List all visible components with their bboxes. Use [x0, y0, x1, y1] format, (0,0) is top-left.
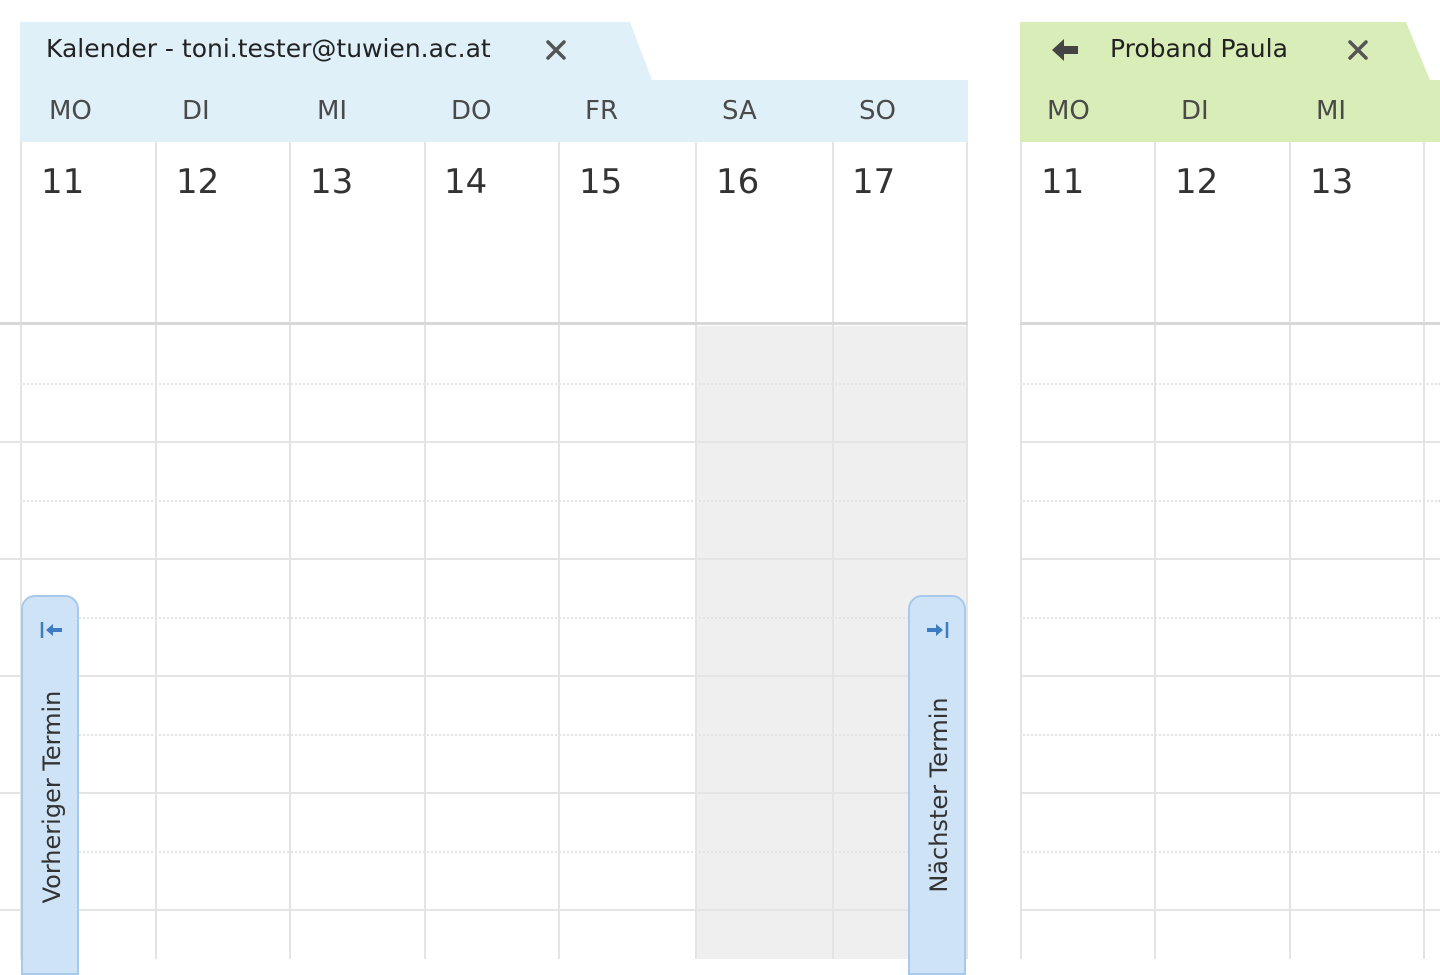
day-column-divider — [1289, 142, 1291, 959]
half-hour-line — [20, 617, 968, 619]
hour-line — [0, 558, 968, 560]
half-hour-line — [1020, 500, 1440, 502]
hour-line — [1020, 675, 1440, 677]
shared-calendar-weekday-header: MO DI MI — [1020, 80, 1440, 142]
weekday-label: MI — [1316, 96, 1347, 126]
all-day-separator — [0, 322, 968, 325]
half-hour-line — [20, 383, 968, 385]
date-number[interactable]: 16 — [716, 162, 759, 202]
hour-line — [1020, 441, 1440, 443]
date-number[interactable]: 12 — [176, 162, 219, 202]
half-hour-line — [20, 500, 968, 502]
date-number[interactable]: 13 — [310, 162, 353, 202]
next-appointment-button[interactable]: Nächster Termin — [908, 595, 966, 975]
weekday-label: DO — [451, 96, 492, 126]
day-column-divider — [155, 142, 157, 959]
date-number[interactable]: 11 — [1041, 162, 1084, 202]
half-hour-line — [20, 734, 968, 736]
weekday-label: FR — [585, 96, 619, 126]
weekday-label: MO — [49, 96, 92, 126]
close-icon[interactable] — [542, 36, 570, 64]
hour-line — [0, 441, 968, 443]
own-calendar-weekday-header: MO DI MI DO FR SA SO — [20, 80, 968, 142]
shared-calendar-grid[interactable]: 11 12 13 — [1020, 142, 1440, 959]
half-hour-line — [1020, 851, 1440, 853]
own-calendar-tab-title: Kalender - toni.tester@tuwien.ac.at — [46, 34, 491, 63]
day-column-divider — [1154, 142, 1156, 959]
hour-line — [1020, 909, 1440, 911]
arrow-left-icon[interactable] — [1050, 36, 1080, 64]
date-number[interactable]: 13 — [1310, 162, 1353, 202]
close-icon[interactable] — [1344, 36, 1372, 64]
arrow-right-to-bar-icon — [927, 622, 949, 638]
half-hour-line — [1020, 383, 1440, 385]
weekday-label: DI — [1181, 96, 1209, 126]
previous-appointment-label: Vorheriger Termin — [38, 690, 66, 904]
weekday-label: MI — [317, 96, 348, 126]
day-column-divider — [832, 142, 834, 959]
weekday-label: DI — [182, 96, 210, 126]
day-column-divider — [966, 142, 968, 959]
hour-line — [1020, 792, 1440, 794]
arrow-left-to-bar-icon — [40, 622, 62, 638]
date-number[interactable]: 15 — [579, 162, 622, 202]
day-column-divider — [1020, 142, 1022, 959]
half-hour-line — [1020, 617, 1440, 619]
day-column-divider — [1423, 142, 1425, 959]
shared-calendar-tab-title: Proband Paula — [1110, 34, 1288, 63]
date-number[interactable]: 14 — [444, 162, 487, 202]
hour-line — [0, 792, 968, 794]
hour-line — [0, 909, 968, 911]
date-number[interactable]: 17 — [852, 162, 895, 202]
previous-appointment-button[interactable]: Vorheriger Termin — [21, 595, 79, 975]
shared-calendar-tab[interactable]: Proband Paula — [1020, 22, 1440, 80]
weekday-label: SO — [859, 96, 896, 126]
day-column-divider — [424, 142, 426, 959]
day-column-divider — [695, 142, 697, 959]
half-hour-line — [20, 851, 968, 853]
weekday-label: MO — [1047, 96, 1090, 126]
weekday-label: SA — [722, 96, 757, 126]
date-number[interactable]: 12 — [1175, 162, 1218, 202]
hour-line — [0, 675, 968, 677]
half-hour-line — [1020, 734, 1440, 736]
day-column-divider — [558, 142, 560, 959]
day-column-divider — [289, 142, 291, 959]
next-appointment-label: Nächster Termin — [925, 697, 953, 893]
own-calendar-tab[interactable]: Kalender - toni.tester@tuwien.ac.at — [20, 22, 652, 80]
date-number[interactable]: 11 — [41, 162, 84, 202]
hour-line — [1020, 558, 1440, 560]
all-day-separator — [1020, 322, 1440, 325]
